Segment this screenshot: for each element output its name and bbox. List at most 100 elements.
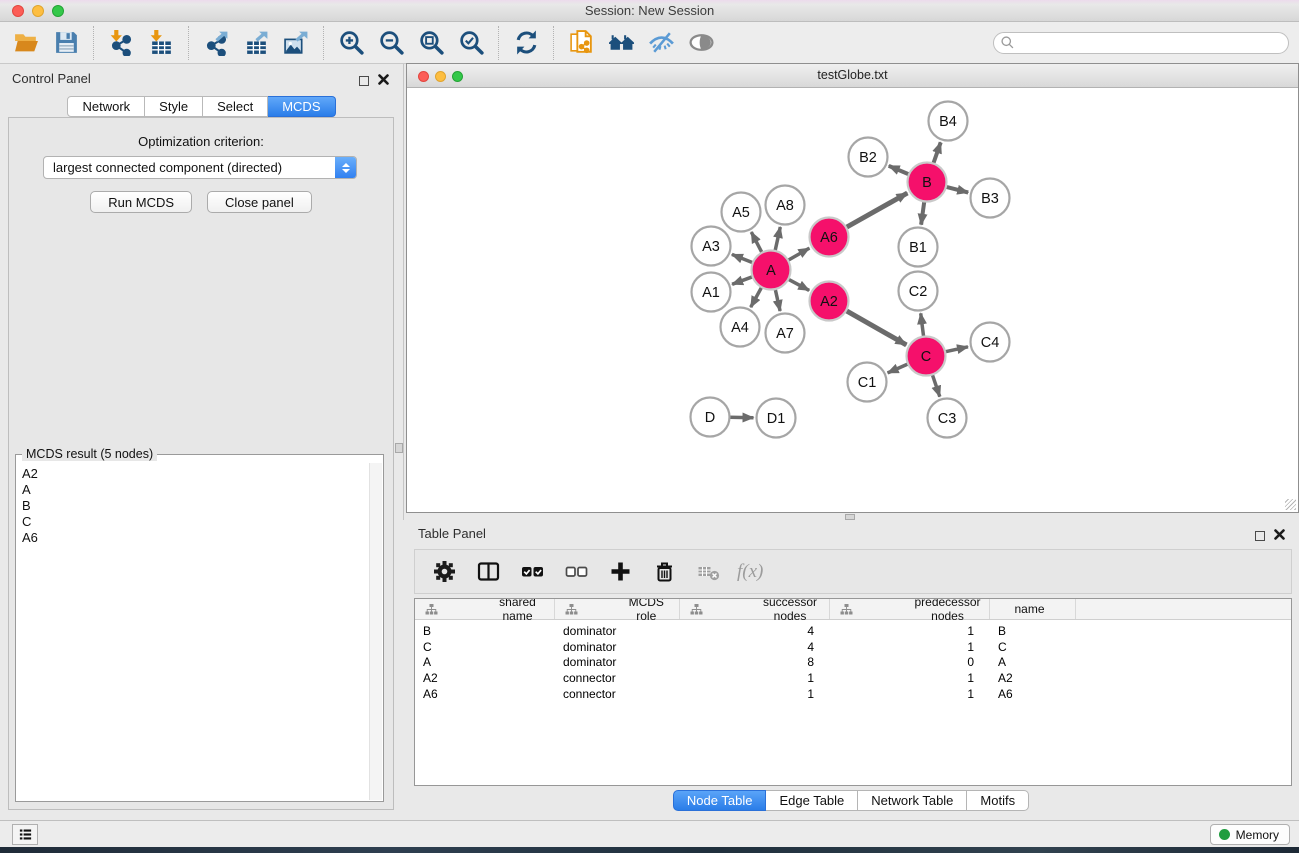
graph-edge-C-C3[interactable] [932,375,940,397]
graph-edge-A-A3[interactable] [732,254,753,262]
table-cell[interactable]: dominator [555,624,680,638]
graph-node-A5[interactable]: A5 [722,193,761,232]
mcds-result-item[interactable]: A [22,482,369,498]
graph-node-B[interactable]: B [908,163,947,202]
tab-motifs[interactable]: Motifs [967,790,1029,811]
tab-network[interactable]: Network [67,96,145,117]
mcds-result-item[interactable]: C [22,514,369,530]
tab-edge-table[interactable]: Edge Table [766,790,858,811]
hide-panel-button[interactable] [641,25,681,61]
graph-edge-B-B1[interactable] [921,201,924,224]
settings-gear-button[interactable] [429,557,459,587]
graph-node-A[interactable]: A [752,251,791,290]
column-header-successor-nodes[interactable]: successor nodes [680,599,830,619]
graph-node-C[interactable]: C [907,337,946,376]
criterion-select[interactable]: largest connected component (directed) [43,156,357,179]
resize-grip-icon[interactable] [1285,499,1296,510]
mcds-result-item[interactable]: A6 [22,530,369,546]
graph-edge-C-C2[interactable] [921,313,924,336]
memory-button[interactable]: Memory [1210,824,1290,845]
graph-edge-B-B2[interactable] [889,166,909,175]
graph-node-B4[interactable]: B4 [929,102,968,141]
table-cell[interactable]: A [990,655,1076,669]
refresh-button[interactable] [506,25,546,61]
tab-mcds[interactable]: MCDS [268,96,335,117]
tab-select[interactable]: Select [203,96,268,117]
graph-node-D[interactable]: D [691,398,730,437]
graph-edge-A-A1[interactable] [732,277,753,285]
import-network-button[interactable] [101,25,141,61]
delete-table-button[interactable] [693,557,723,587]
table-cell[interactable]: connector [555,687,680,701]
search-input[interactable] [1015,34,1288,52]
tab-node-table[interactable]: Node Table [673,790,767,811]
graph-node-A7[interactable]: A7 [766,314,805,353]
table-cell[interactable]: C [990,640,1076,654]
graph-node-C1[interactable]: C1 [848,363,887,402]
table-cell[interactable]: A2 [990,671,1076,685]
task-history-button[interactable] [12,824,38,845]
graph-edge-A-A7[interactable] [775,289,780,311]
mcds-result-item[interactable]: A2 [22,466,369,482]
select-all-button[interactable] [517,557,547,587]
graph-edge-A-A8[interactable] [775,227,780,251]
table-row[interactable]: A6connector11A6 [415,686,1291,702]
table-cell[interactable]: 1 [830,624,990,638]
column-header-MCDS-role[interactable]: MCDS role [555,599,680,619]
search-field[interactable] [993,32,1289,54]
graph-edge-B-B3[interactable] [946,187,968,193]
close-panel-icon[interactable] [378,72,389,90]
show-panel-button[interactable] [681,25,721,61]
table-cell[interactable]: A2 [415,671,555,685]
table-cell[interactable]: connector [555,671,680,685]
export-network-button[interactable] [196,25,236,61]
table-cell[interactable]: 1 [680,671,830,685]
network-window-titlebar[interactable]: testGlobe.txt [407,64,1298,88]
graph-edge-A6-B[interactable] [846,193,907,228]
table-cell[interactable]: 1 [830,640,990,654]
table-float-panel-icon[interactable] [1255,531,1265,541]
graph-edge-A-A2[interactable] [788,279,809,290]
vertical-split-handle[interactable] [395,443,403,453]
graph-node-B3[interactable]: B3 [971,179,1010,218]
table-cell[interactable]: A6 [415,687,555,701]
table-cell[interactable]: B [990,624,1076,638]
export-table-button[interactable] [236,25,276,61]
table-cell[interactable]: B [415,624,555,638]
graph-node-B1[interactable]: B1 [899,228,938,267]
table-cell[interactable]: 4 [680,624,830,638]
network-canvas[interactable]: B4B2BB3A5A8A6A3B1AA1C2A2A4A7C4CC1C3DD1 [407,88,1298,512]
table-cell[interactable]: 4 [680,640,830,654]
column-header-name[interactable]: name [990,599,1076,619]
graph-node-B2[interactable]: B2 [849,138,888,177]
result-scrollbar[interactable] [369,463,382,800]
graph-node-D1[interactable]: D1 [757,399,796,438]
zoom-in-button[interactable] [331,25,371,61]
zoom-out-button[interactable] [371,25,411,61]
graph-node-C3[interactable]: C3 [928,399,967,438]
tab-style[interactable]: Style [145,96,203,117]
table-cell[interactable]: C [415,640,555,654]
graph-node-A8[interactable]: A8 [766,186,805,225]
column-browser-button[interactable] [473,557,503,587]
deselect-all-button[interactable] [561,557,591,587]
graph-node-C2[interactable]: C2 [899,272,938,311]
tab-network-table[interactable]: Network Table [858,790,967,811]
table-row[interactable]: Adominator80A [415,655,1291,671]
graph-node-A6[interactable]: A6 [810,218,849,257]
close-panel-button[interactable]: Close panel [207,191,312,213]
table-cell[interactable]: 1 [680,687,830,701]
graph-edge-A-A5[interactable] [751,232,762,253]
graph-node-A1[interactable]: A1 [692,273,731,312]
add-column-button[interactable] [605,557,635,587]
zoom-selected-button[interactable] [451,25,491,61]
graph-node-A3[interactable]: A3 [692,227,731,266]
mcds-result-item[interactable]: B [22,498,369,514]
table-row[interactable]: A2connector11A2 [415,670,1291,686]
graph-edge-A2-C[interactable] [846,311,906,345]
home-button[interactable] [601,25,641,61]
column-header-predecessor-nodes[interactable]: predecessor nodes [830,599,990,619]
table-row[interactable]: Bdominator41B [415,623,1291,639]
float-panel-icon[interactable] [359,76,369,86]
run-mcds-button[interactable]: Run MCDS [90,191,192,213]
